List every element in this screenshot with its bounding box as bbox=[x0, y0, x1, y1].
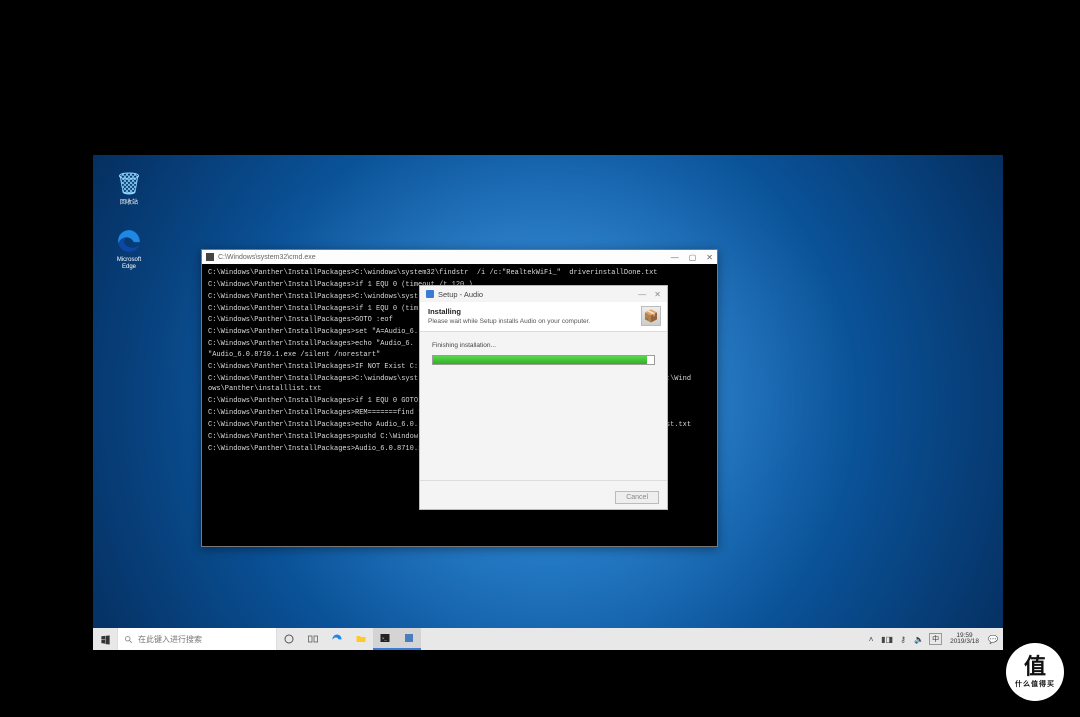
taskbar-buttons: >_ bbox=[277, 628, 421, 650]
search-icon bbox=[124, 635, 133, 644]
taskbar: 在此键入进行搜索 >_ ˄ ▮◨ ⚷ 🔈 中 19:59 2019/3/18 💬 bbox=[93, 628, 1003, 650]
battery-icon[interactable]: ▮◨ bbox=[881, 635, 893, 644]
installer-taskbar-icon[interactable] bbox=[397, 628, 421, 650]
recycle-bin-icon[interactable]: 🗑 回收站 bbox=[105, 170, 153, 207]
installer-dialog[interactable]: Setup - Audio — ✕ Installing Please wait… bbox=[419, 285, 668, 510]
network-icon[interactable]: ⚷ bbox=[897, 635, 909, 644]
installer-close-button[interactable]: ✕ bbox=[654, 290, 661, 299]
minimize-button[interactable]: — bbox=[671, 253, 679, 262]
progress-bar bbox=[432, 355, 655, 365]
task-view-icon[interactable] bbox=[301, 628, 325, 650]
installer-minimize-button[interactable]: — bbox=[638, 290, 646, 299]
badge-char: 值 bbox=[1024, 656, 1046, 678]
cmd-titlebar[interactable]: C:\Windows\system32\cmd.exe — ▢ ✕ bbox=[202, 250, 717, 264]
installer-heading: Installing bbox=[428, 307, 659, 316]
search-placeholder: 在此键入进行搜索 bbox=[138, 634, 202, 645]
terminal-icon bbox=[206, 253, 214, 261]
edge-browser-icon[interactable]: Microsoft Edge bbox=[105, 227, 153, 270]
cancel-button[interactable]: Cancel bbox=[615, 491, 659, 504]
installer-status: Finishing installation... bbox=[432, 342, 655, 349]
clock-date: 2019/3/18 bbox=[950, 639, 979, 646]
close-button[interactable]: ✕ bbox=[706, 253, 713, 262]
trash-icon: 🗑 bbox=[115, 170, 143, 198]
progress-fill bbox=[433, 356, 647, 364]
start-button[interactable] bbox=[93, 628, 117, 650]
svg-text:>_: >_ bbox=[382, 636, 387, 641]
search-input[interactable]: 在此键入进行搜索 bbox=[117, 628, 277, 650]
watermark-badge: 值 什么值得买 bbox=[1008, 645, 1062, 699]
ime-indicator[interactable]: 中 bbox=[929, 633, 942, 645]
tray-chevron-icon[interactable]: ˄ bbox=[865, 635, 877, 644]
windows-icon bbox=[100, 634, 111, 645]
cmd-taskbar-icon[interactable]: >_ bbox=[373, 628, 397, 650]
installer-body: Finishing installation... bbox=[420, 332, 667, 480]
setup-icon bbox=[426, 290, 434, 298]
cmd-line: C:\Windows\Panther\InstallPackages>C:\wi… bbox=[208, 268, 711, 279]
installer-titlebar[interactable]: Setup - Audio — ✕ bbox=[420, 286, 667, 302]
cmd-title: C:\Windows\system32\cmd.exe bbox=[218, 254, 316, 261]
desktop-screen: 🗑 回收站 Microsoft Edge C:\Windows\system32… bbox=[93, 155, 1003, 650]
badge-text: 什么值得买 bbox=[1015, 679, 1055, 689]
clock[interactable]: 19:59 2019/3/18 bbox=[946, 633, 983, 646]
edge-icon bbox=[115, 227, 143, 255]
installer-header: Installing Please wait while Setup insta… bbox=[420, 302, 667, 332]
cortana-icon[interactable] bbox=[277, 628, 301, 650]
package-icon: 📦 bbox=[641, 306, 661, 326]
volume-icon[interactable]: 🔈 bbox=[913, 635, 925, 644]
system-tray: ˄ ▮◨ ⚷ 🔈 中 19:59 2019/3/18 💬 bbox=[865, 628, 1003, 650]
recycle-bin-label: 回收站 bbox=[105, 200, 153, 207]
edge-label: Microsoft Edge bbox=[105, 257, 153, 270]
edge-taskbar-icon[interactable] bbox=[325, 628, 349, 650]
installer-title: Setup - Audio bbox=[438, 290, 483, 299]
installer-subheading: Please wait while Setup installs Audio o… bbox=[428, 318, 659, 325]
installer-footer: Cancel bbox=[420, 480, 667, 509]
action-center-icon[interactable]: 💬 bbox=[987, 635, 999, 644]
maximize-button[interactable]: ▢ bbox=[689, 253, 697, 262]
explorer-taskbar-icon[interactable] bbox=[349, 628, 373, 650]
